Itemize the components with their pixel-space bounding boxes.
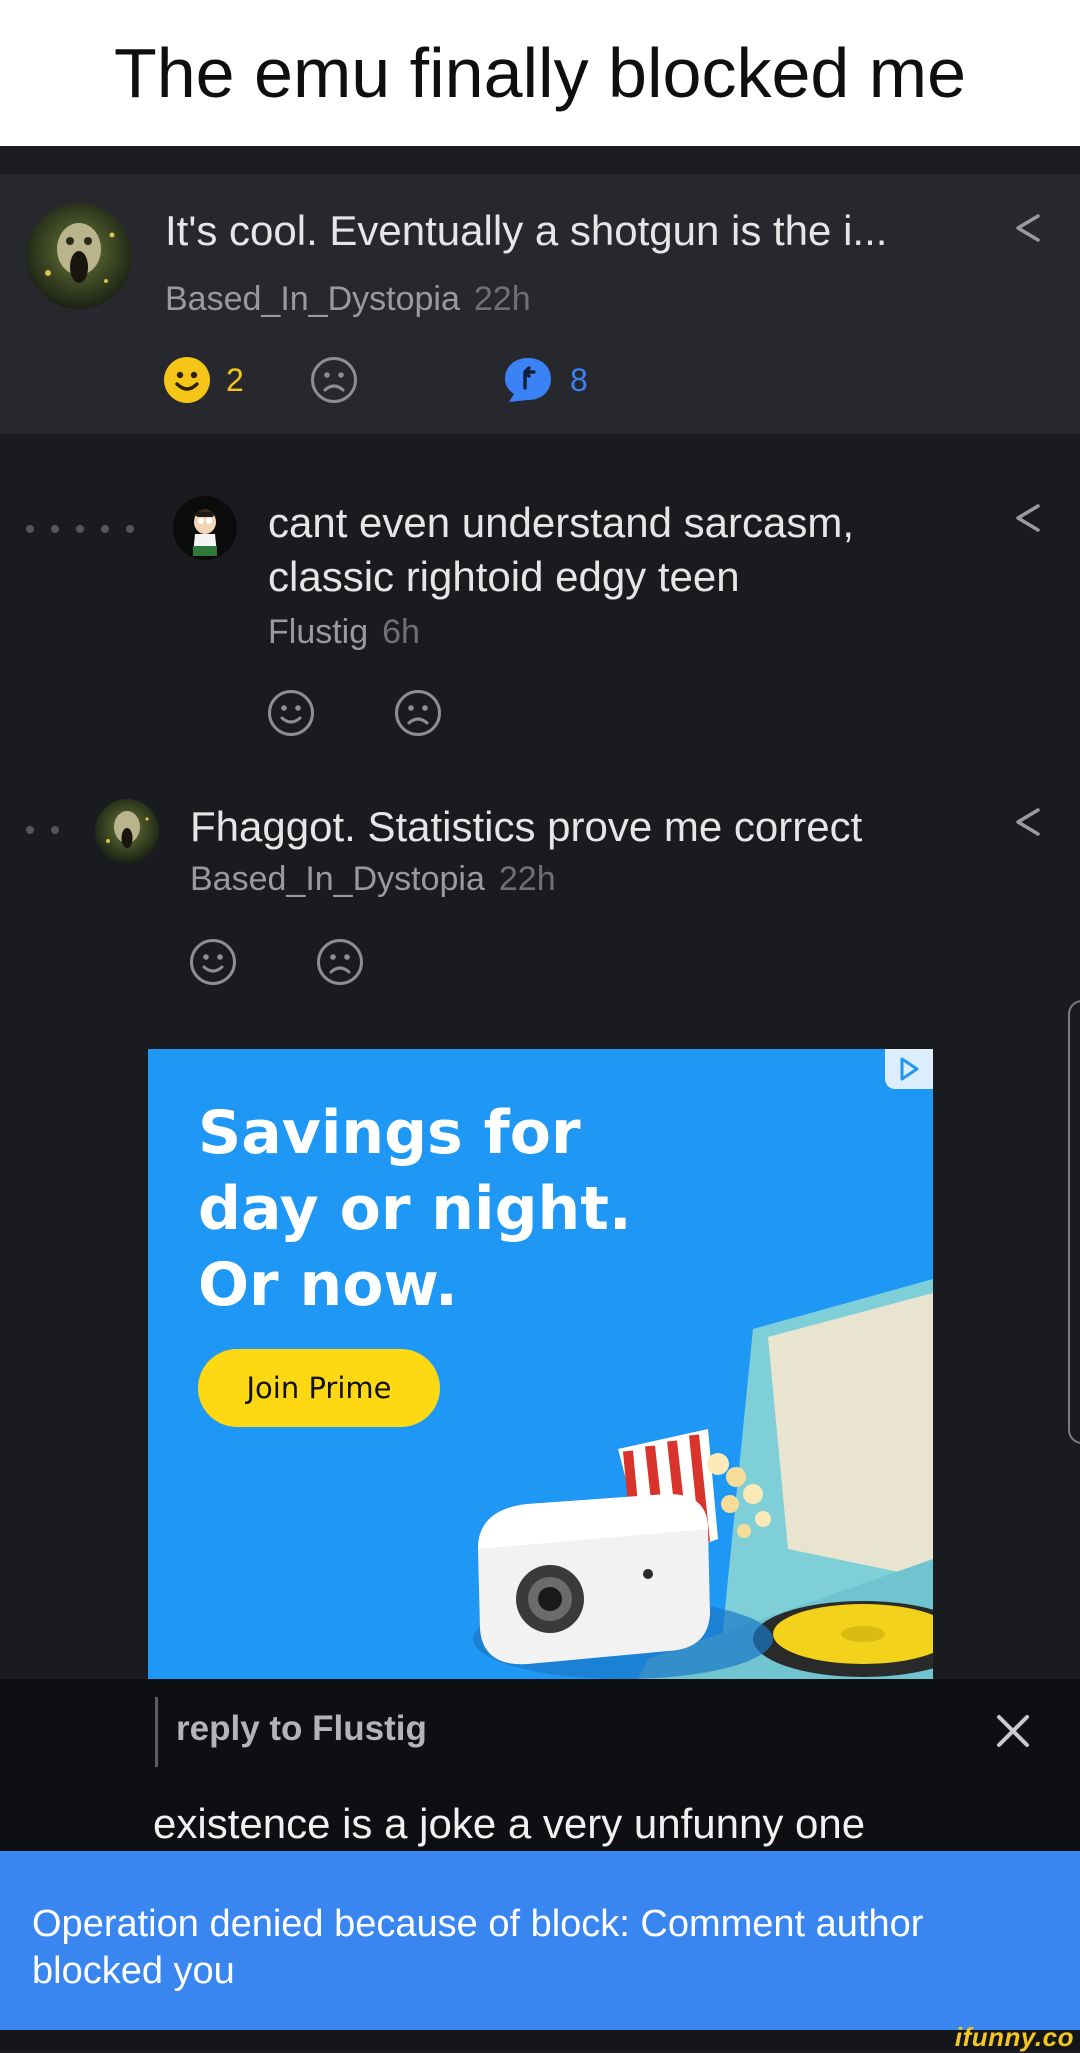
scrollbar[interactable] — [1068, 1000, 1080, 1444]
comment-time: 22h — [498, 860, 556, 898]
thread-depth-dots — [26, 525, 134, 533]
divider — [0, 146, 1080, 174]
watermark: ifunny.co — [954, 2022, 1074, 2052]
meme-caption: The emu finally blocked me — [0, 0, 1080, 146]
ad-banner[interactable]: Savings for day or night. Or now. Join P… — [148, 1049, 933, 1679]
comment-author[interactable]: Based_In_Dystopia — [190, 860, 485, 898]
share-icon[interactable] — [1010, 802, 1046, 842]
reply-indicator-line — [155, 1697, 158, 1767]
reply-bubble-icon[interactable] — [503, 356, 551, 404]
smile-count: 2 — [226, 362, 244, 398]
ad-product-image — [473, 1279, 933, 1679]
reply-input[interactable]: existence is a joke a very unfunny one — [153, 1800, 865, 1848]
comment-text-line: cant even understand sarcasm, — [268, 499, 854, 546]
share-icon[interactable] — [1010, 208, 1046, 248]
avatar[interactable] — [173, 496, 237, 560]
toast-message: Operation denied because of block: Comme… — [32, 1903, 924, 1992]
avatar[interactable] — [95, 799, 159, 863]
comment-meta: Based_In_Dystopia 22h — [190, 860, 556, 899]
thread-depth-dots — [26, 826, 59, 834]
ad-choices-icon[interactable] — [885, 1049, 933, 1089]
comment-time: 22h — [473, 280, 531, 318]
comment-author[interactable]: Flustig — [268, 613, 368, 651]
caption-text: The emu finally blocked me — [113, 34, 967, 112]
reply-to-label: reply to Flustig — [176, 1709, 427, 1748]
smile-icon[interactable] — [267, 689, 315, 737]
comment-text-line: classic rightoid edgy teen — [268, 553, 740, 600]
comment-author[interactable]: Based_In_Dystopia — [165, 280, 460, 318]
smile-icon[interactable] — [189, 938, 237, 986]
comment-meta: Flustig 6h — [268, 613, 420, 652]
avatar[interactable] — [26, 203, 132, 309]
comment-text: It's cool. Eventually a shotgun is the i… — [165, 207, 888, 254]
frown-icon[interactable] — [310, 356, 358, 404]
share-icon[interactable] — [1010, 498, 1046, 538]
join-prime-button[interactable]: Join Prime — [198, 1349, 440, 1427]
comment-time: 6h — [382, 613, 420, 651]
bottom-strip — [0, 2030, 1080, 2050]
close-icon[interactable] — [993, 1711, 1033, 1751]
frown-icon[interactable] — [394, 689, 442, 737]
frown-icon[interactable] — [316, 938, 364, 986]
comment-text: Fhaggot. Statistics prove me correct — [190, 803, 863, 850]
reply-count: 8 — [570, 362, 588, 398]
comment-meta: Based_In_Dystopia 22h — [165, 280, 531, 319]
comment-text: cant even understand sarcasm, classic ri… — [268, 496, 854, 604]
smile-icon[interactable] — [163, 356, 211, 404]
